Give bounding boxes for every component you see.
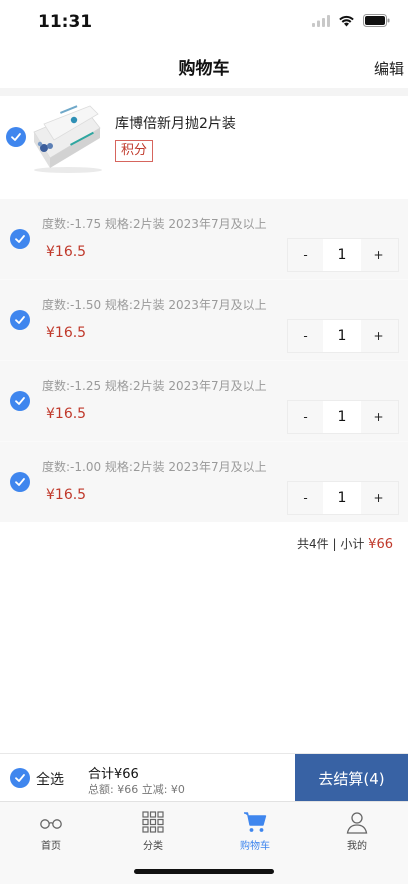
tab-label: 分类 [143, 841, 163, 852]
quantity-stepper: - 1 + [287, 400, 399, 434]
sku-checkbox[interactable] [10, 229, 30, 249]
quantity-input[interactable]: 1 [323, 401, 361, 433]
decrease-button[interactable]: - [288, 239, 323, 271]
checkout-button[interactable]: 去结算(4) [295, 754, 408, 802]
status-icons [312, 14, 390, 27]
quantity-stepper: - 1 + [287, 238, 399, 272]
increase-button[interactable]: + [361, 401, 396, 433]
check-icon [15, 397, 25, 405]
sku-list: 度数:-1.75 规格:2片装 2023年7月及以上 ¥16.5 - 1 + 度… [0, 199, 408, 522]
product-image[interactable] [30, 100, 104, 176]
product-header: 库博倍新月抛2片装 积分 [0, 96, 408, 196]
battery-icon [363, 14, 390, 27]
quantity-input[interactable]: 1 [323, 239, 361, 271]
decrease-button[interactable]: - [288, 482, 323, 514]
points-badge: 积分 [115, 140, 154, 162]
sku-row: 度数:-1.25 规格:2片装 2023年7月及以上 ¥16.5 - 1 + [0, 360, 408, 441]
sku-price: ¥16.5 [46, 406, 87, 422]
home-indicator [134, 869, 274, 874]
sku-price: ¥16.5 [46, 244, 87, 260]
sku-checkbox[interactable] [10, 472, 30, 492]
decrease-button[interactable]: - [288, 320, 323, 352]
checkout-bar: 全选 合计¥66 总额: ¥66 立减: ¥0 去结算(4) [0, 753, 408, 802]
sku-checkbox[interactable] [10, 310, 30, 330]
subtotal-amount: ¥66 [368, 537, 393, 552]
sku-spec: 度数:-1.25 规格:2片装 2023年7月及以上 [42, 379, 267, 393]
sku-spec: 度数:-1.75 规格:2片装 2023年7月及以上 [42, 217, 267, 231]
tab-label: 我的 [347, 841, 367, 852]
product-checkbox[interactable] [6, 127, 26, 147]
tab-label: 首页 [41, 841, 61, 852]
glasses-icon [40, 819, 62, 829]
sku-row: 度数:-1.75 规格:2片装 2023年7月及以上 ¥16.5 - 1 + [0, 199, 408, 279]
increase-button[interactable]: + [361, 320, 396, 352]
sku-spec: 度数:-1.50 规格:2片装 2023年7月及以上 [42, 298, 267, 312]
edit-button[interactable]: 编辑 [374, 58, 404, 79]
quantity-stepper: - 1 + [287, 319, 399, 353]
wifi-icon [339, 15, 354, 26]
check-icon [11, 133, 21, 141]
decrease-button[interactable]: - [288, 401, 323, 433]
grid-icon [142, 811, 164, 833]
tab-home[interactable]: 首页 [0, 802, 102, 852]
subtotal-label: 共4件 | 小计 [297, 537, 365, 551]
quantity-input[interactable]: 1 [323, 482, 361, 514]
sku-price: ¥16.5 [46, 487, 87, 503]
total-amount: 合计¥66 [88, 767, 139, 782]
quantity-stepper: - 1 + [287, 481, 399, 515]
tab-category[interactable]: 分类 [102, 802, 204, 852]
select-all-label[interactable]: 全选 [36, 769, 64, 789]
check-icon [15, 235, 25, 243]
tab-cart[interactable]: 购物车 [204, 802, 306, 852]
sku-price: ¥16.5 [46, 325, 87, 341]
select-all-checkbox[interactable] [10, 768, 30, 788]
tab-profile[interactable]: 我的 [306, 802, 408, 852]
sku-row: 度数:-1.00 规格:2片装 2023年7月及以上 ¥16.5 - 1 + [0, 441, 408, 522]
cart-icon [244, 812, 267, 832]
increase-button[interactable]: + [361, 239, 396, 271]
sku-checkbox[interactable] [10, 391, 30, 411]
sku-row: 度数:-1.50 规格:2片装 2023年7月及以上 ¥16.5 - 1 + [0, 279, 408, 360]
check-icon [15, 478, 25, 486]
total-detail: 总额: ¥66 立减: ¥0 [88, 783, 185, 796]
check-icon [15, 774, 25, 782]
tab-label: 购物车 [240, 841, 270, 852]
check-icon [15, 316, 25, 324]
quantity-input[interactable]: 1 [323, 320, 361, 352]
user-icon [346, 812, 368, 834]
section-divider [0, 88, 408, 96]
nav-bar: 购物车 编辑 [0, 44, 408, 88]
subtotal: 共4件 | 小计 ¥66 [297, 535, 393, 552]
sku-spec: 度数:-1.00 规格:2片装 2023年7月及以上 [42, 460, 267, 474]
status-time: 11:31 [38, 12, 93, 32]
page-title: 购物车 [178, 59, 230, 79]
signal-icon [312, 14, 330, 27]
status-bar: 11:31 [0, 0, 408, 44]
product-name[interactable]: 库博倍新月抛2片装 [115, 113, 236, 133]
increase-button[interactable]: + [361, 482, 396, 514]
